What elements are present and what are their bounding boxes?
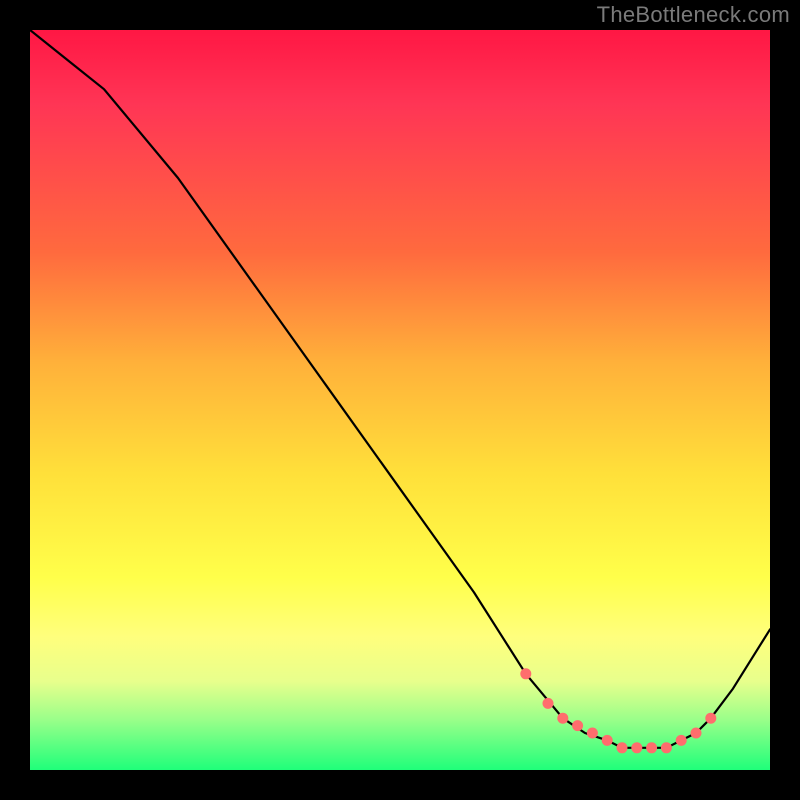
watermark-label: TheBottleneck.com [597,2,790,28]
trough-dot [676,735,687,746]
bottleneck-curve [30,30,770,748]
trough-dot [691,728,702,739]
trough-dots [520,668,716,753]
chart-frame: TheBottleneck.com [0,0,800,800]
trough-dot [631,742,642,753]
trough-dot [646,742,657,753]
trough-dot [661,742,672,753]
trough-dot [602,735,613,746]
trough-dot [543,698,554,709]
trough-dot [572,720,583,731]
trough-dot [557,713,568,724]
plot-area [30,30,770,770]
trough-dot [520,668,531,679]
trough-dot [587,728,598,739]
trough-dot [617,742,628,753]
trough-dot [705,713,716,724]
curve-svg [30,30,770,770]
